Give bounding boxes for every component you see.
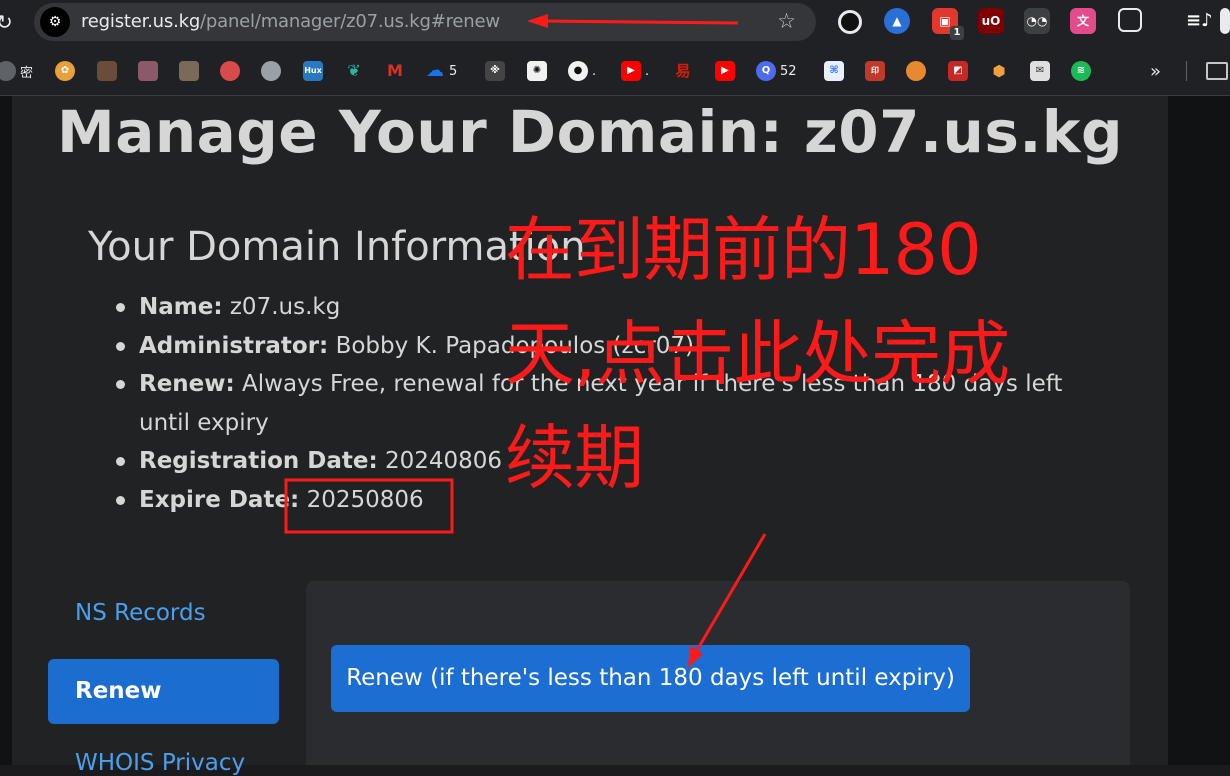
bookmark-item[interactable]: ⬢ [989, 60, 1009, 82]
ublock-icon[interactable]: uO [978, 8, 1004, 34]
url-path: /panel/manager/z07.us.kg#renew [200, 11, 500, 32]
bookmark-item[interactable]: 密 [0, 60, 33, 82]
spotify-icon: ≋ [1071, 61, 1091, 81]
youtube-icon: ▶ [715, 61, 735, 81]
envelope-icon: ✉ [1030, 61, 1050, 81]
red-box-extension-icon[interactable]: ▣ 1 [932, 8, 964, 40]
bookmark-label: 52 [780, 63, 797, 79]
avatar-icon [138, 61, 158, 81]
bookmarks-bar: 密 ✿ Hux ❦ M ☁ 5 ※ ✺ ●. ▶. 易 ▶ Q 52 ⌘ 印 ◩ ⬢… [0, 50, 1230, 90]
baidu-icon: ⌘ [824, 61, 844, 81]
browser-chrome: ↻ ⚙ register.us.kg/panel/manager/z07.us.… [0, 0, 1230, 96]
annotation-line: 续期 [505, 417, 644, 499]
url-text[interactable]: register.us.kg/panel/manager/z07.us.kg#r… [81, 11, 500, 32]
bookmark-item[interactable]: ▶ [715, 60, 735, 82]
chevron-double-right-icon: » [1150, 60, 1162, 82]
gmail-icon: M [387, 61, 403, 80]
triangle-extension-icon[interactable]: ▲ [884, 8, 910, 34]
bookmark-item[interactable]: Q 52 [756, 60, 797, 82]
address-bar[interactable]: ⚙ register.us.kg/panel/manager/z07.us.kg… [34, 3, 816, 41]
hux-icon: Hux [303, 61, 323, 81]
info-label: Registration Date: [139, 448, 378, 474]
url-host: register.us.kg [81, 11, 201, 32]
bookmark-item[interactable] [179, 60, 199, 82]
globe-icon [261, 61, 281, 81]
bowl-icon [220, 61, 240, 81]
nav-ns-records[interactable]: NS Records [75, 600, 206, 626]
gem-icon: ⬢ [992, 62, 1006, 80]
media-queue-icon[interactable]: ≡♪ [1186, 8, 1213, 34]
bookmark-item[interactable]: ●. [568, 60, 596, 82]
glasses-icon[interactable]: ◔◔ [1024, 8, 1050, 34]
avatar-icon [97, 61, 117, 81]
bookmark-star-icon[interactable]: ☆ [777, 9, 796, 33]
bookmark-item[interactable]: ≋ [1071, 60, 1091, 82]
bookmark-folder[interactable] [1206, 60, 1228, 82]
nav-whois-privacy[interactable]: WHOIS Privacy [75, 750, 245, 776]
orange-icon [906, 61, 926, 81]
folder-icon [1206, 62, 1228, 80]
profile-edge-icon[interactable] [1220, 8, 1230, 34]
avatar-icon [179, 61, 199, 81]
page-gutter-left [0, 96, 12, 765]
openai-icon: ✺ [527, 61, 547, 81]
annotation-line: 天,点击此处完成 [505, 313, 1010, 395]
bookmark-item[interactable]: ◩ [948, 60, 968, 82]
pinwheel-icon: ✿ [55, 61, 75, 81]
bookmark-label: . [592, 63, 597, 79]
bookmark-item[interactable]: ▶. [621, 60, 649, 82]
seal-icon: 印 [865, 61, 885, 81]
annotation-line: 在到期前的180 [505, 209, 982, 291]
bookmark-item[interactable]: ✿ [55, 60, 75, 82]
info-label: Name: [139, 294, 223, 320]
page-title: Manage Your Domain: z07.us.kg [56, 98, 1123, 166]
bookmark-item[interactable] [220, 60, 240, 82]
nav-renew[interactable]: Renew [48, 659, 279, 724]
circle-extension-icon[interactable] [838, 10, 862, 34]
redsq-icon: ◩ [948, 61, 968, 81]
info-value: z07.us.kg [229, 294, 341, 320]
info-label: Expire Date: [139, 486, 300, 513]
info-value: 20240806 [384, 448, 503, 474]
bookmark-item[interactable]: 印 [865, 60, 885, 82]
globe-icon [0, 61, 16, 81]
bookmark-item[interactable]: ※ [485, 60, 505, 82]
reload-icon[interactable]: ↻ [0, 10, 13, 34]
expire-date-value: 20250806 [306, 486, 424, 513]
bookmark-item[interactable] [906, 60, 926, 82]
netease-icon: 易 [675, 62, 691, 80]
site-settings-icon[interactable]: ⚙ [40, 7, 70, 37]
github-icon: ● [568, 61, 588, 81]
translate-icon[interactable]: 文 [1070, 8, 1096, 34]
leaf-icon: ❦ [347, 61, 361, 80]
bookmark-item[interactable]: ☁ 5 [425, 60, 457, 82]
bookmark-label: . [645, 63, 650, 79]
bookmark-item[interactable] [138, 60, 158, 82]
puzzle-icon[interactable] [1118, 8, 1142, 32]
annotation-text: 在到期前的180 天,点击此处完成 续期 [505, 198, 1165, 510]
renew-button[interactable]: Renew (if there's less than 180 days lef… [331, 645, 970, 712]
info-label: Renew: [139, 371, 235, 397]
page-gutter-right [1168, 96, 1230, 765]
cloud-icon: ☁ [426, 60, 444, 81]
info-label: Administrator: [139, 332, 329, 359]
pattern-icon: ※ [485, 61, 505, 81]
bookmark-label: 密 [20, 65, 34, 81]
q-icon: Q [756, 61, 776, 81]
bookmark-item[interactable]: ⌘ [824, 60, 844, 82]
bookmark-item[interactable]: ❦ [344, 60, 364, 82]
toolbar: ↻ ⚙ register.us.kg/panel/manager/z07.us.… [0, 0, 1230, 46]
bookmark-item[interactable] [261, 60, 281, 82]
bookmark-item[interactable]: M [385, 60, 405, 82]
bookmarks-divider [1186, 60, 1187, 82]
bookmark-item[interactable]: Hux [303, 60, 323, 82]
youtube-icon: ▶ [621, 61, 641, 81]
more-bookmarks-button[interactable]: » [1150, 60, 1161, 82]
bookmark-label: 5 [449, 63, 458, 79]
bookmark-item[interactable] [97, 60, 117, 82]
bookmark-item[interactable]: ✺ [527, 60, 547, 82]
extension-badge: 1 [950, 26, 964, 40]
bookmark-item[interactable]: 易 [673, 60, 693, 82]
bookmark-item[interactable]: ✉ [1030, 60, 1050, 82]
